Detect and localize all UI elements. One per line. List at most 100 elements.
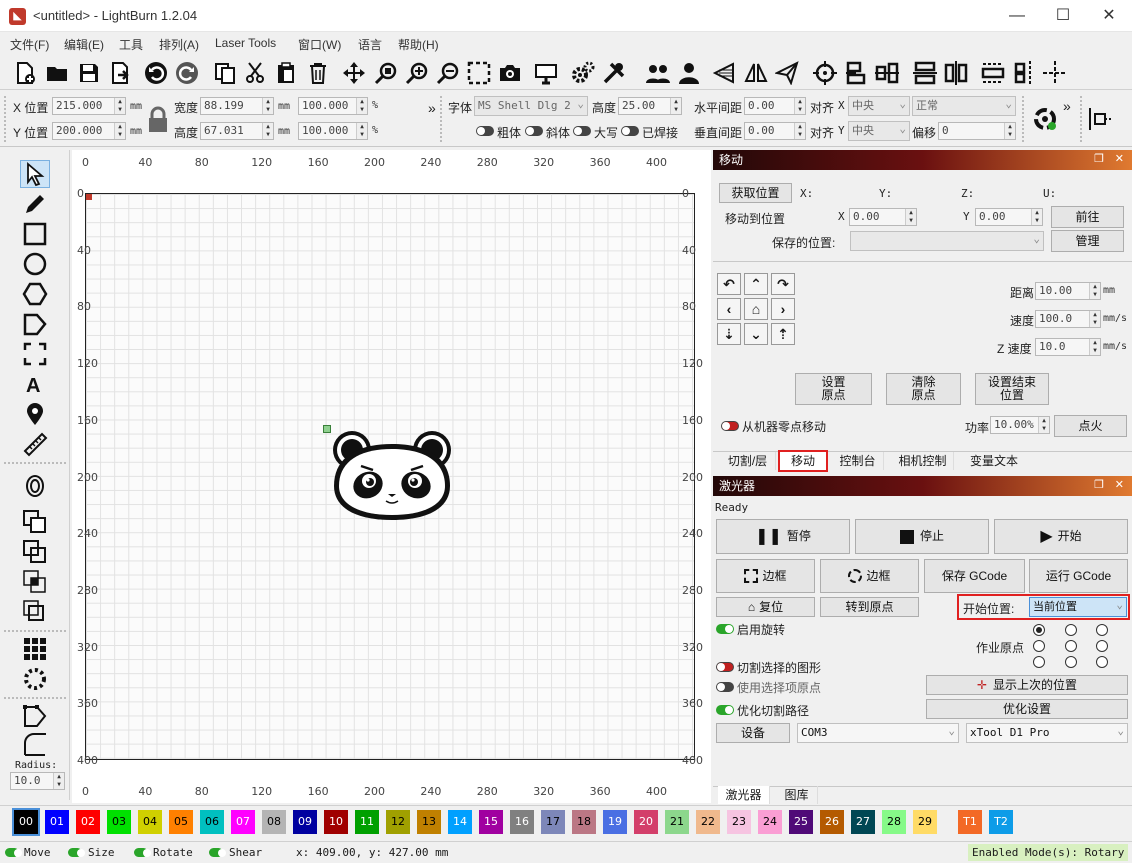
y-pos-input[interactable]: 200.000 ▲ ▼ (52, 122, 126, 140)
use-selection-origin-toggle[interactable] (716, 681, 734, 695)
delete-icon[interactable] (305, 60, 331, 86)
italic-toggle[interactable] (525, 125, 543, 139)
palette-swatch-18[interactable]: 18 (572, 810, 596, 834)
palette-swatch-15[interactable]: 15 (479, 810, 503, 834)
tab-move[interactable]: 移动 (778, 450, 828, 472)
menu-laser-tools[interactable]: Laser Tools (215, 36, 276, 50)
panda-design[interactable] (326, 428, 456, 527)
palette-swatch-24[interactable]: 24 (758, 810, 782, 834)
save-icon[interactable] (76, 60, 102, 86)
show-last-position-button[interactable]: ✛ 显示上次的位置 (926, 675, 1128, 695)
palette-swatch-28[interactable]: 28 (882, 810, 906, 834)
tab-library[interactable]: 图库 (776, 786, 818, 804)
frame-icon[interactable] (20, 340, 50, 368)
down-jog-icon[interactable]: ⌄ (744, 323, 768, 345)
laser-panel-float-icon[interactable]: ❐ (1094, 478, 1104, 491)
boolean-union-icon[interactable] (20, 508, 50, 536)
palette-swatch-23[interactable]: 23 (727, 810, 751, 834)
offset-icon[interactable] (20, 472, 50, 500)
group-icon[interactable] (645, 60, 671, 86)
zoom-out-icon[interactable] (435, 60, 461, 86)
clear-origin-button[interactable]: 清除 原点 (886, 373, 961, 405)
monitor-icon[interactable] (533, 60, 559, 86)
saved-positions-select[interactable] (850, 230, 1044, 251)
panel-float-icon[interactable]: ❐ (1094, 152, 1104, 165)
menu-tools[interactable]: 工具 (119, 36, 143, 53)
align-y-select[interactable]: 中央 (848, 120, 910, 141)
frame-circle-button[interactable]: 边框 (820, 559, 919, 593)
position-pin-icon[interactable] (20, 400, 50, 428)
stop-button[interactable]: 停止 (855, 519, 989, 554)
manage-button[interactable]: 管理 (1051, 230, 1124, 252)
menu-file[interactable]: 文件(F) (10, 36, 49, 53)
grid-array-icon[interactable] (20, 635, 50, 663)
palette-swatch-25[interactable]: 25 (789, 810, 813, 834)
palette-swatch-29[interactable]: 29 (913, 810, 937, 834)
settings-icon[interactable] (570, 60, 596, 86)
upper-toggle[interactable] (573, 125, 591, 139)
palette-swatch-20[interactable]: 20 (634, 810, 658, 834)
fire-button[interactable]: 点火 (1054, 415, 1127, 437)
from-zero-toggle[interactable] (721, 420, 739, 434)
menu-window[interactable]: 窗口(W) (298, 36, 341, 53)
start-button[interactable]: ▶ 开始 (994, 519, 1128, 554)
hspace-input[interactable]: 0.00 ▲ ▼ (744, 97, 806, 115)
get-position-button[interactable]: 获取位置 (719, 183, 792, 203)
pause-button[interactable]: ❚❚ 暂停 (716, 519, 850, 554)
job-origin-tr[interactable] (1096, 624, 1108, 636)
palette-swatch-04[interactable]: 04 (138, 810, 162, 834)
new-file-icon[interactable] (12, 60, 38, 86)
size-toggle[interactable] (68, 847, 82, 860)
job-origin-ml[interactable] (1033, 640, 1045, 652)
set-origin-button[interactable]: 设置 原点 (795, 373, 872, 405)
distance-input[interactable]: 10.00 ▲ ▼ (1035, 282, 1101, 300)
text-height-input[interactable]: 25.00 ▲ ▼ (618, 97, 682, 115)
dist-icon[interactable] (1011, 60, 1037, 86)
lock-ratio-icon[interactable] (147, 106, 169, 137)
scale-h-input[interactable]: 100.000 ▲ ▼ (298, 122, 368, 140)
rotate-toggle[interactable] (134, 847, 148, 860)
z-up-jog-icon[interactable]: ⇡ (771, 323, 795, 345)
home-jog-icon[interactable]: ⌂ (744, 298, 768, 320)
shear-toggle[interactable] (209, 847, 223, 860)
palette-swatch-06[interactable]: 06 (200, 810, 224, 834)
laser-panel-close-icon[interactable]: ✕ (1115, 478, 1124, 491)
select-arrow-icon[interactable] (20, 160, 50, 188)
palette-swatch-02[interactable]: 02 (76, 810, 100, 834)
save-gcode-button[interactable]: 保存 GCode (924, 559, 1025, 593)
palette-swatch-05[interactable]: 05 (169, 810, 193, 834)
pen-icon[interactable] (20, 190, 50, 218)
close-button[interactable]: ✕ (1086, 0, 1132, 32)
grip-handle-2[interactable] (440, 96, 444, 142)
rotate-ccw-jog-icon[interactable]: ↶ (717, 273, 741, 295)
text-icon[interactable]: A (20, 370, 50, 398)
cut-icon[interactable] (242, 60, 268, 86)
zoom-frame-icon[interactable] (466, 60, 492, 86)
welded-toggle[interactable] (621, 125, 639, 139)
copy-icon[interactable] (212, 60, 238, 86)
start-from-select[interactable]: 当前位置 (1029, 596, 1127, 617)
menu-edit[interactable]: 编辑(E) (64, 36, 104, 53)
palette-swatch-26[interactable]: 26 (820, 810, 844, 834)
palette-swatch-19[interactable]: 19 (603, 810, 627, 834)
job-origin-bl[interactable] (1033, 656, 1045, 668)
align-center-icon[interactable] (874, 60, 900, 86)
tab-cuts-layers[interactable]: 切割/层 (720, 452, 776, 470)
offset-input[interactable]: 0 ▲ ▼ (938, 122, 1016, 140)
job-origin-mr[interactable] (1096, 640, 1108, 652)
palette-swatch-09[interactable]: 09 (293, 810, 317, 834)
job-origin-tl[interactable] (1033, 624, 1045, 636)
dist-v-icon[interactable] (943, 60, 969, 86)
move-y-input[interactable]: 0.00 ▲ ▼ (975, 208, 1043, 226)
palette-swatch-T1[interactable]: T1 (958, 810, 982, 834)
tools-icon[interactable] (601, 60, 627, 86)
panel-close-icon[interactable]: ✕ (1115, 152, 1124, 165)
zoom-in-icon[interactable] (404, 60, 430, 86)
palette-swatch-03[interactable]: 03 (107, 810, 131, 834)
pentagon-icon[interactable] (20, 310, 50, 338)
power-input[interactable]: 10.00% ▲ ▼ (990, 416, 1050, 434)
zoom-selection-icon[interactable] (373, 60, 399, 86)
boolean-subtract-icon[interactable] (20, 538, 50, 566)
polygon-icon[interactable] (20, 280, 50, 308)
center-icon[interactable] (1042, 60, 1068, 86)
